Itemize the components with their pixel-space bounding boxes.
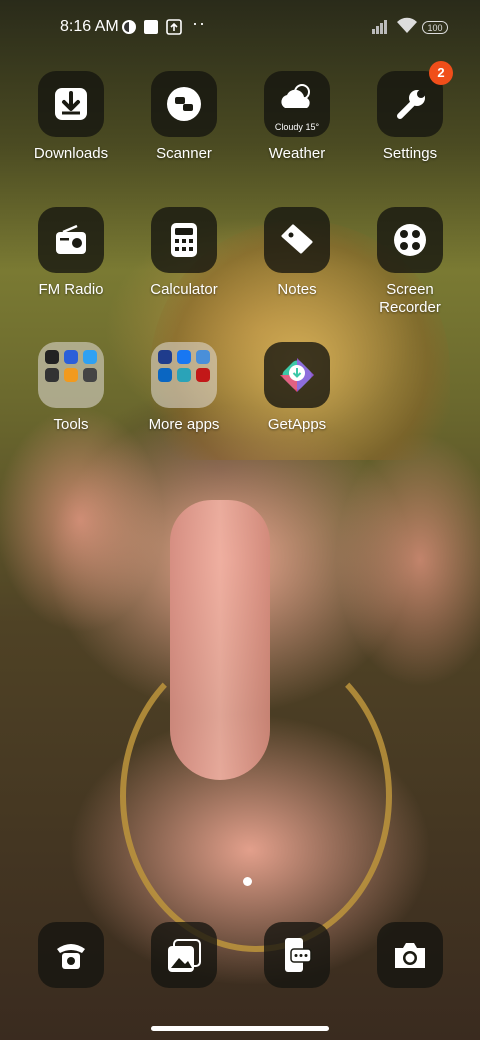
app-label: Downloads: [33, 145, 109, 162]
signal-icon: [372, 20, 387, 34]
dock-messages[interactable]: [242, 922, 352, 988]
app-label: Screen Recorder: [355, 281, 465, 317]
app-label: Weather: [268, 145, 326, 162]
dock-gallery[interactable]: [129, 922, 239, 988]
home-gesture-bar[interactable]: [151, 1026, 329, 1031]
wrench-icon: 2: [377, 61, 453, 137]
wallpaper-necklace: [120, 640, 392, 952]
dock-phone[interactable]: [16, 922, 126, 988]
mini-app-icon: [83, 350, 97, 364]
app-label: Notes: [277, 281, 317, 298]
app-label: More apps: [148, 416, 220, 433]
status-bar: 8:16 AM ·· 100: [0, 0, 480, 56]
gallery-icon: [151, 922, 217, 988]
folder-tools[interactable]: Tools: [16, 342, 126, 434]
app-scanner[interactable]: Scanner: [129, 71, 239, 163]
mini-app-icon: [83, 368, 97, 382]
app-getapps[interactable]: GetApps: [242, 342, 352, 434]
app-label: Tools: [53, 416, 89, 433]
battery-icon: 100: [422, 21, 448, 34]
weather-cloud-icon: Cloudy 15°: [264, 71, 330, 137]
mini-app-icon: [177, 350, 191, 364]
mini-app-icon: [177, 368, 191, 382]
folder-more-apps[interactable]: More apps: [129, 342, 239, 434]
app-notes[interactable]: Notes: [242, 207, 352, 299]
dock-camera[interactable]: [355, 922, 465, 988]
mini-app-icon: [45, 350, 59, 364]
mini-app-icon: [196, 368, 210, 382]
upload-icon: [166, 19, 182, 35]
mini-app-icon: [158, 350, 172, 364]
download-icon: [38, 71, 104, 137]
status-time: 8:16 AM: [60, 18, 119, 35]
app-label: Scanner: [156, 145, 212, 162]
app-weather[interactable]: Cloudy 15° Weather: [242, 71, 352, 163]
app-settings[interactable]: 2 Settings: [355, 61, 465, 163]
folder-icon: [38, 342, 104, 408]
mini-app-icon: [158, 368, 172, 382]
weather-temperature: Cloudy 15°: [274, 122, 320, 132]
record-icon: [377, 207, 443, 273]
app-label: Settings: [382, 145, 438, 162]
scanner-icon: [151, 71, 217, 137]
notification-badge: 2: [429, 61, 453, 85]
notes-icon: [264, 207, 330, 273]
phone-icon: [38, 922, 104, 988]
radio-icon: [38, 207, 104, 273]
camera-icon: [377, 922, 443, 988]
app-screen-recorder[interactable]: Screen Recorder: [355, 207, 465, 317]
label-line: Screen: [386, 281, 434, 298]
calculator-icon: [151, 207, 217, 273]
messages-icon: [264, 922, 330, 988]
more-dots-icon: ··: [192, 13, 206, 33]
mini-app-icon: [45, 368, 59, 382]
folder-icon: [151, 342, 217, 408]
notification-square-icon: [144, 20, 158, 34]
app-fm-radio[interactable]: FM Radio: [16, 207, 126, 299]
app-label: FM Radio: [38, 281, 104, 298]
app-label: GetApps: [267, 416, 327, 433]
mini-app-icon: [64, 368, 78, 382]
app-downloads[interactable]: Downloads: [16, 71, 126, 163]
mini-app-icon: [196, 350, 210, 364]
mini-app-icon: [64, 350, 78, 364]
app-calculator[interactable]: Calculator: [129, 207, 239, 299]
app-label: Calculator: [150, 281, 218, 298]
wifi-icon: [397, 17, 417, 33]
vpn-icon: [122, 20, 136, 34]
label-line: Recorder: [379, 299, 441, 316]
getapps-icon: [264, 342, 330, 408]
page-indicator: [243, 877, 252, 886]
